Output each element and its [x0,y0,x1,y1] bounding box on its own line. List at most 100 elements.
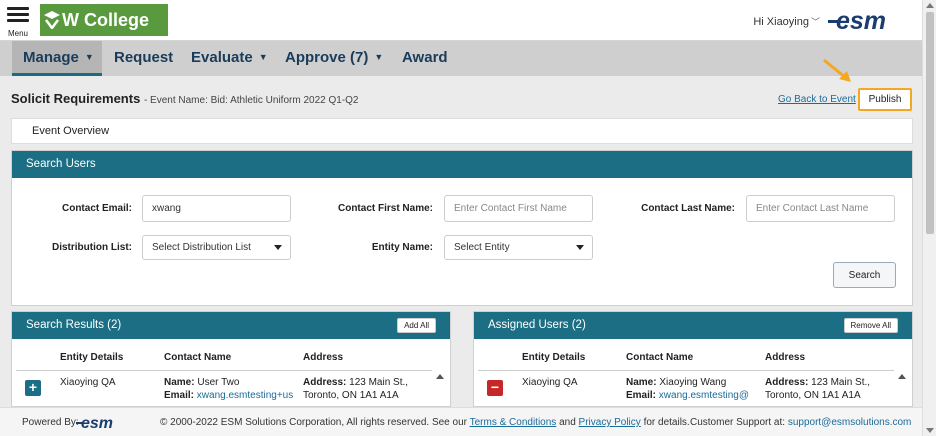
column-header: Address [765,352,806,363]
address-line1: 123 Main St., [811,377,871,388]
divider [16,370,432,371]
search-results-title: Search Results (2) [26,319,122,331]
user-greeting: Hi Xiaoying [753,16,809,28]
column-header: Entity Details [60,352,124,363]
contact-email-link[interactable]: xwang.esmtesting@ [659,390,749,401]
address-line1: 123 Main St., [349,377,409,388]
main-nav: Manage ▼ Request Evaluate ▼ Approve (7) ▼ A… [0,41,922,76]
and-text: and [559,417,576,428]
contact-last-name-label: Contact Last Name: [641,203,735,214]
assigned-users-header: Assigned Users (2) Remove All [474,312,912,339]
caret-down-icon [274,245,282,250]
menu-button[interactable]: Menu [6,4,30,38]
esm-logo: esm [828,8,886,34]
caret-down-icon: ▼ [258,52,268,62]
nav-manage-label: Manage [23,49,79,66]
hamburger-icon [7,7,29,10]
scrollbar-thumb[interactable] [926,12,934,234]
minus-icon: − [490,379,500,395]
user-menu[interactable]: Hi Xiaoying ﹀ [753,15,820,28]
distribution-list-label: Distribution List: [52,242,132,253]
caret-down-icon: ▼ [374,52,384,62]
contact-email-label: Contact Email: [61,203,132,214]
support: Customer Support at: support@esmsolution… [690,417,911,428]
add-all-button[interactable]: Add All [397,318,436,333]
event-overview-tab[interactable]: Event Overview [11,118,913,144]
remove-all-button[interactable]: Remove All [843,318,898,333]
nav-approve-label: Approve (7) [285,49,369,66]
nav-award[interactable]: Award [402,41,448,76]
email-label: Email: [626,390,657,401]
terms-link[interactable]: Terms & Conditions [470,417,557,428]
search-results-header: Search Results (2) Add All [12,312,450,339]
entity-name-select[interactable]: Select Entity [444,235,593,260]
column-header: Entity Details [522,352,586,363]
esm-footer-logo: esm [76,415,113,432]
name-label: Name: [626,377,657,388]
hamburger-icon-bar [7,13,29,16]
column-header: Contact Name [626,352,694,363]
address-cell: Address: 123 Main St., Toronto, ON 1A1 A… [303,376,408,402]
entity-name-label: Entity Name: [371,242,433,253]
go-back-link[interactable]: Go Back to Event [778,94,856,105]
top-bar: Menu W College Hi Xiaoying ﹀ esm [0,0,922,41]
scroll-up-icon [926,3,934,8]
search-results-panel: Search Results (2) Add All Entity Detail… [11,311,451,407]
nav-request-label: Request [114,49,174,66]
address-line2: Toronto, ON 1A1 A1A [303,390,399,401]
details-text: for details. [643,417,690,428]
college-logo[interactable]: W College [40,4,168,36]
menu-label: Menu [7,29,28,38]
distribution-list-select[interactable]: Select Distribution List [142,235,291,260]
search-button[interactable]: Search [833,262,896,288]
privacy-link[interactable]: Privacy Policy [579,417,641,428]
graduation-cap-icon [44,11,60,29]
address-label: Address: [765,377,809,388]
column-header: Contact Name [164,352,232,363]
event-name: - Event Name: Bid: Athletic Uniform 2022… [143,95,359,106]
footer: Powered By: esm © 2000-2022 ESM Solution… [0,407,922,436]
contact-name-cell: Name: Xiaoying Wang Email: xwang.esmtest… [626,376,749,402]
entity-name-value: Select Entity [454,242,510,253]
copyright-text: © 2000-2022 ESM Solutions Corporation, A… [160,417,467,428]
scroll-up-icon [898,374,906,379]
results-scrollbar[interactable] [434,372,446,406]
plus-icon: + [28,379,38,395]
contact-name-cell: Name: User Two Email: xwang.esmtesting+u… [164,376,293,402]
support-label: Customer Support at: [690,417,786,428]
contact-name: User Two [197,377,240,388]
contact-email-input[interactable]: xwang [142,195,291,222]
divider [478,370,894,371]
nav-evaluate-label: Evaluate [191,49,253,66]
page-title: Solicit Requirements - Event Name: Bid: … [11,91,358,106]
add-user-button[interactable]: + [25,380,41,396]
contact-first-name-input[interactable]: Enter Contact First Name [444,195,593,222]
contact-email-link[interactable]: xwang.esmtesting+us [197,390,293,401]
search-users-header: Search Users [12,151,912,178]
nav-award-label: Award [402,49,448,66]
assigned-scrollbar[interactable] [896,372,908,406]
esm-footer-logo-text: esm [81,415,113,432]
scroll-up-icon [436,374,444,379]
copyright: © 2000-2022 ESM Solutions Corporation, A… [160,417,690,428]
address-cell: Address: 123 Main St., Toronto, ON 1A1 A… [765,376,870,402]
nav-evaluate[interactable]: Evaluate ▼ [191,41,268,76]
contact-name: Xiaoying Wang [659,377,727,388]
hamburger-icon-bar [7,19,29,22]
caret-down-icon: ▼ [84,52,94,62]
contact-last-name-input[interactable]: Enter Contact Last Name [746,195,895,222]
entity-details: Xiaoying QA [60,377,116,388]
publish-button[interactable]: Publish [858,88,912,111]
nav-manage[interactable]: Manage ▼ [12,41,102,76]
college-logo-text: W College [62,9,150,30]
page-scrollbar[interactable] [922,0,936,436]
nav-approve[interactable]: Approve (7) ▼ [285,41,383,76]
nav-request[interactable]: Request [114,41,173,76]
powered-by-label: Powered By: [22,417,79,428]
assigned-users-title: Assigned Users (2) [488,319,586,331]
scroll-down-icon [926,428,934,433]
remove-user-button[interactable]: − [487,380,503,396]
page-title-text: Solicit Requirements [11,91,141,106]
esm-logo-text: esm [836,8,886,34]
support-email-link[interactable]: support@esmsolutions.com [788,417,912,428]
